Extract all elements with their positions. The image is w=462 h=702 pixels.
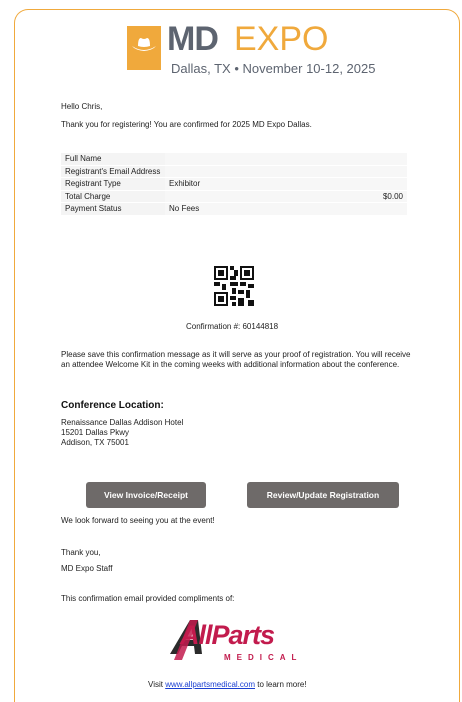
allparts-medical-logo: AllParts MEDICAL bbox=[168, 616, 300, 666]
logo-md-text: MD bbox=[167, 20, 219, 58]
table-row: Registrant's Email Address bbox=[61, 164, 407, 177]
qr-code-icon bbox=[214, 266, 254, 306]
table-row: Total Charge $0.00 bbox=[61, 189, 407, 202]
location-line-3: Addison, TX 75001 bbox=[61, 438, 129, 447]
cowboy-hat-icon bbox=[127, 26, 161, 70]
row-label: Total Charge bbox=[61, 190, 165, 202]
thanks-text: Thank you, bbox=[61, 548, 101, 557]
sponsor-logo-main: AllParts bbox=[180, 620, 275, 650]
row-label: Payment Status bbox=[61, 203, 165, 215]
logo-expo-text: EXPO bbox=[234, 20, 329, 58]
review-registration-button[interactable]: Review/Update Registration bbox=[247, 482, 399, 508]
visit-suffix: to learn more! bbox=[255, 680, 307, 689]
allparts-website-link[interactable]: www.allpartsmedical.com bbox=[165, 680, 255, 689]
row-value: Exhibitor bbox=[165, 178, 407, 190]
greeting: Hello Chris, bbox=[61, 102, 103, 111]
row-value: No Fees bbox=[165, 203, 407, 215]
row-label: Registrant Type bbox=[61, 178, 165, 190]
compliments-text: This confirmation email provided complim… bbox=[61, 594, 235, 603]
closing-text: We look forward to seeing you at the eve… bbox=[61, 516, 215, 525]
sponsor-logo-sub: MEDICAL bbox=[224, 653, 303, 662]
visit-prefix: Visit bbox=[148, 680, 166, 689]
table-row: Full Name bbox=[61, 152, 407, 165]
row-value: $0.00 bbox=[165, 190, 407, 202]
save-message: Please save this confirmation message as… bbox=[61, 350, 411, 369]
view-invoice-button[interactable]: View Invoice/Receipt bbox=[86, 482, 206, 508]
intro-text: Thank you for registering! You are confi… bbox=[61, 120, 312, 129]
event-subtitle: Dallas, TX • November 10-12, 2025 bbox=[171, 61, 376, 76]
row-label: Full Name bbox=[61, 153, 165, 165]
registration-table: Full Name Registrant's Email Address Reg… bbox=[61, 152, 407, 215]
row-value bbox=[165, 165, 407, 177]
location-heading: Conference Location: bbox=[61, 400, 164, 411]
table-row: Registrant Type Exhibitor bbox=[61, 177, 407, 190]
visit-line: Visit www.allpartsmedical.com to learn m… bbox=[148, 680, 307, 690]
location-line-1: Renaissance Dallas Addison Hotel bbox=[61, 418, 184, 427]
row-label: Registrant's Email Address bbox=[61, 165, 165, 177]
location-line-2: 15201 Dallas Pkwy bbox=[61, 428, 130, 437]
confirmation-number: Confirmation #: 60144818 bbox=[186, 322, 279, 331]
md-expo-logo: MD EXPO Dallas, TX • November 10-12, 202… bbox=[127, 20, 375, 82]
row-value bbox=[165, 153, 407, 165]
table-row: Payment Status No Fees bbox=[61, 202, 407, 215]
signature-text: MD Expo Staff bbox=[61, 564, 113, 573]
